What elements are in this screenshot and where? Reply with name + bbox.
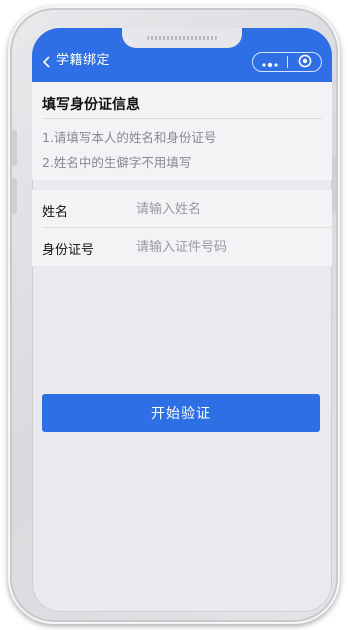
target-circle-icon — [298, 53, 312, 72]
tip-item: 2.姓名中的生僻字不用填写 — [42, 155, 192, 170]
start-verification-button[interactable]: 开始验证 — [42, 394, 320, 432]
page-title: 学籍绑定 — [56, 53, 111, 68]
speaker-grille — [147, 36, 217, 40]
name-row: 姓名 — [32, 190, 332, 228]
name-input[interactable] — [136, 198, 316, 220]
phone-notch — [122, 28, 242, 48]
mini-program-capsule — [252, 52, 322, 72]
tip-item: 1.请填写本人的姓名和身份证号 — [42, 130, 217, 145]
instructions-card: 填写身份证信息 1.请填写本人的姓名和身份证号 2.姓名中的生僻字不用填写 — [32, 82, 332, 180]
volume-up-button — [12, 130, 17, 166]
id-number-input[interactable] — [136, 236, 316, 258]
chevron-left-icon[interactable] — [40, 54, 54, 68]
close-mini-program-button[interactable] — [288, 53, 321, 71]
identity-form: 姓名 身份证号 — [32, 190, 332, 266]
phone-frame: 学籍绑定 填写身份证信息 1.请填写本人的姓名和身份证号 2.姓名中的生僻字不用… — [8, 6, 340, 624]
navigation-bar: 学籍绑定 — [32, 28, 332, 82]
more-button[interactable] — [253, 53, 287, 71]
more-dots-icon — [261, 53, 279, 72]
id-number-row: 身份证号 — [32, 228, 332, 266]
section-title: 填写身份证信息 — [42, 97, 140, 113]
volume-down-button — [12, 178, 17, 214]
divider — [42, 118, 322, 119]
id-number-label: 身份证号 — [42, 243, 95, 258]
phone-screen: 学籍绑定 填写身份证信息 1.请填写本人的姓名和身份证号 2.姓名中的生僻字不用… — [32, 28, 332, 612]
name-label: 姓名 — [42, 205, 69, 220]
